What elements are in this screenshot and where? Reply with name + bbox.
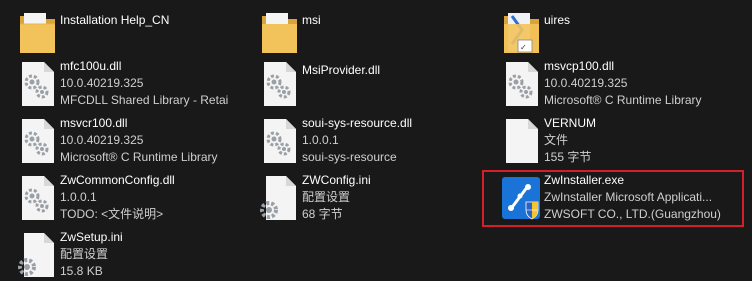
file-name: msi — [302, 13, 321, 27]
file-description: TODO: <文件说明> — [60, 207, 164, 221]
file-version: 10.0.40219.325 — [60, 76, 144, 90]
file-name: Installation Help_CN — [60, 13, 170, 27]
selection-highlight-box — [482, 170, 744, 227]
file-description: Microsoft® C Runtime Library — [60, 150, 218, 164]
dll-gear-icon — [502, 60, 542, 108]
file-version: 10.0.40219.325 — [544, 76, 628, 90]
file-name: msvcp100.dll — [544, 59, 615, 73]
file-type: 配置设置 — [302, 190, 351, 204]
file-name: ZwCommonConfig.dll — [60, 173, 175, 187]
file-name: msvcr100.dll — [60, 116, 128, 130]
file-name: ZwSetup.ini — [60, 230, 123, 244]
dll-gear-icon — [260, 117, 300, 165]
ini-settings-icon — [260, 174, 300, 222]
file-name: uires — [544, 13, 571, 27]
file-name: soui-sys-resource.dll — [302, 116, 413, 130]
file-version: 1.0.0.1 — [60, 190, 97, 204]
file-version: 10.0.40219.325 — [60, 133, 144, 147]
folder-icon — [18, 10, 58, 58]
ini-settings-icon — [18, 231, 58, 279]
file-version: 1.0.0.1 — [302, 133, 339, 147]
file-type: 配置设置 — [60, 247, 109, 261]
file-size: 15.8 KB — [60, 264, 103, 278]
file-description: soui-sys-resource — [302, 150, 397, 164]
svg-text:✓: ✓ — [520, 43, 527, 52]
dll-gear-icon — [18, 174, 58, 222]
file-name: mfc100u.dll — [60, 59, 122, 73]
file-size: 155 字节 — [544, 150, 592, 164]
dll-gear-icon — [18, 117, 58, 165]
dll-gear-icon — [260, 60, 300, 108]
dll-gear-icon — [18, 60, 58, 108]
file-type: 文件 — [544, 133, 569, 147]
file-name: VERNUM — [544, 116, 597, 130]
folder-shortcut-icon: ✓ — [502, 10, 542, 58]
folder-icon — [260, 10, 300, 58]
blank-file-icon — [502, 117, 542, 165]
file-description: Microsoft® C Runtime Library — [544, 93, 702, 107]
file-name: MsiProvider.dll — [302, 63, 381, 77]
file-description: MFCDLL Shared Library - Retai — [60, 93, 229, 107]
file-name: ZWConfig.ini — [302, 173, 371, 187]
file-size: 68 字节 — [302, 207, 343, 221]
